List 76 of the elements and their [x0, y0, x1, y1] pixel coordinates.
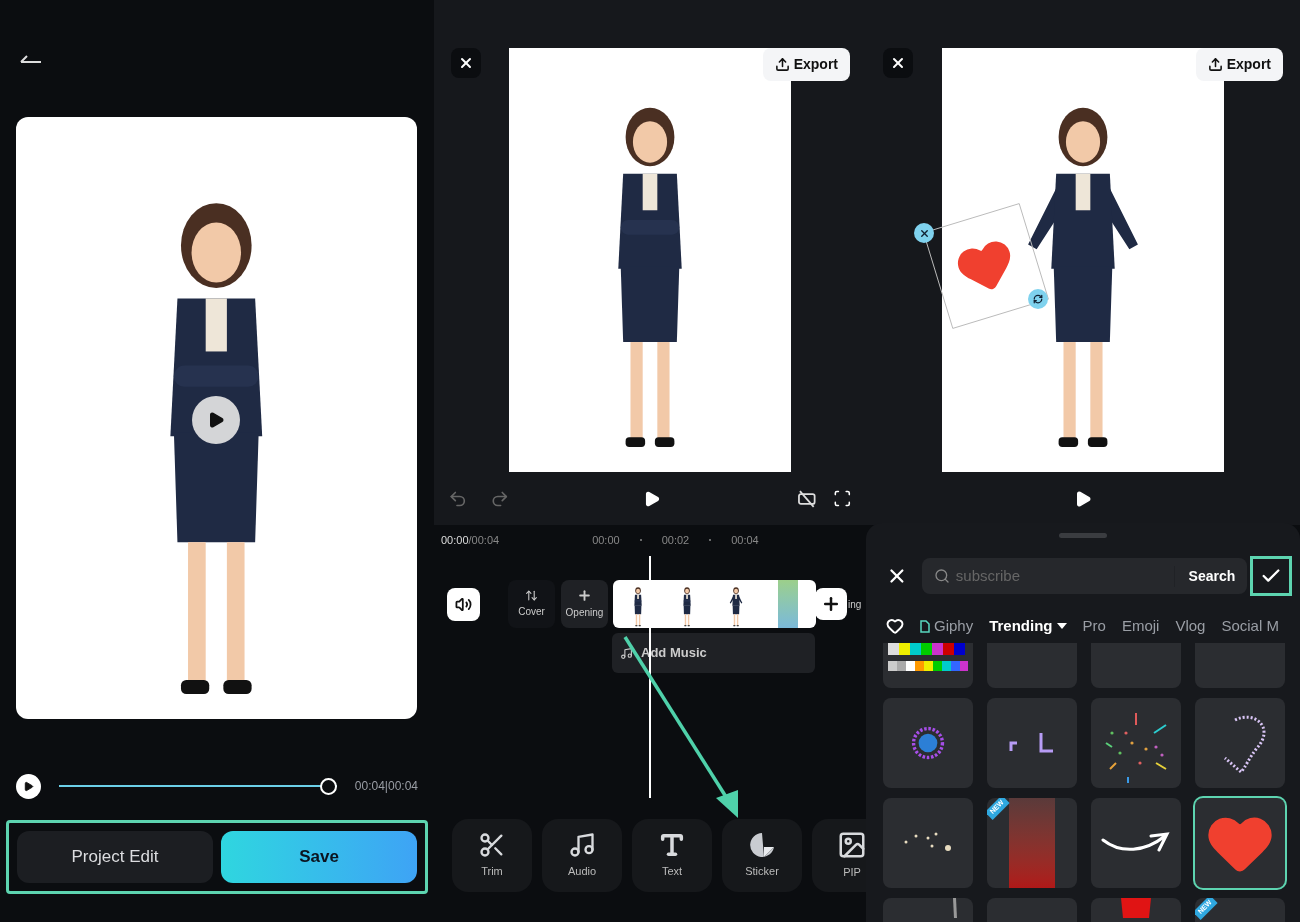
export-button[interactable]: Export — [1195, 48, 1283, 81]
search-field[interactable]: subscribe Search — [921, 558, 1248, 594]
hdr-off-icon[interactable] — [796, 489, 817, 508]
category-tab[interactable]: Vlog — [1175, 614, 1206, 638]
sticker-tile[interactable] — [1195, 698, 1285, 788]
plus-icon — [821, 594, 841, 614]
sticker-tile[interactable] — [883, 798, 973, 888]
category-tab[interactable]: Social M — [1221, 614, 1279, 638]
heart-icon — [886, 617, 904, 635]
time-label: 00:04|00:04 — [354, 778, 418, 795]
tool-button[interactable]: Audio — [542, 819, 622, 892]
sticker-selection-frame[interactable] — [923, 203, 1049, 329]
progress-thumb[interactable] — [319, 777, 337, 795]
total-time: /00:04 — [468, 532, 500, 548]
tool-button[interactable]: Text — [632, 819, 712, 892]
sticker-tile[interactable] — [1091, 798, 1181, 888]
clip-label: ing — [848, 597, 862, 612]
music-note-icon — [620, 646, 633, 660]
sticker-thumbnail-drawing — [953, 898, 957, 918]
confirm-button[interactable] — [1250, 556, 1292, 596]
landscape-thumbnail — [778, 580, 799, 628]
close-button[interactable] — [451, 48, 481, 78]
play-icon[interactable] — [1074, 489, 1092, 508]
play-icon — [207, 411, 225, 429]
search-placeholder: subscribe — [955, 565, 1021, 586]
search-icon — [933, 568, 950, 584]
mute-button[interactable] — [447, 587, 480, 621]
drag-handle[interactable] — [1059, 533, 1107, 538]
music-note-icon — [568, 831, 596, 860]
video-clip-strip[interactable] — [613, 580, 816, 628]
play-icon[interactable] — [643, 489, 661, 508]
save-button[interactable]: Save — [221, 831, 417, 883]
sticker-thumbnail-drawing — [1121, 898, 1151, 918]
category-tab[interactable]: Pro — [1082, 614, 1106, 638]
category-tab[interactable]: Emoji — [1121, 614, 1160, 638]
opening-button[interactable]: Opening — [561, 580, 608, 628]
close-button[interactable] — [883, 48, 913, 78]
sticker-tile[interactable] — [987, 698, 1077, 788]
cover-button[interactable]: Cover — [508, 580, 555, 628]
caret-icon — [1056, 623, 1067, 629]
tool-button[interactable]: PIP — [812, 819, 866, 892]
ruler-label: 00:02 — [661, 532, 690, 548]
sticker-icon — [748, 831, 776, 860]
tool-button[interactable]: Sticker — [722, 819, 802, 892]
progress-slider[interactable] — [59, 777, 337, 795]
file-icon — [920, 619, 930, 633]
sticker-thumbnail-drawing — [911, 726, 945, 760]
search-button[interactable]: Search — [1173, 565, 1236, 587]
ruler-label: 00:00 — [592, 532, 620, 548]
swap-icon — [525, 589, 538, 602]
export-button[interactable]: Export — [762, 48, 850, 81]
close-icon — [918, 227, 930, 239]
person-silhouette-drawing — [729, 585, 744, 628]
fullscreen-icon[interactable] — [833, 489, 852, 508]
rotate-icon — [1033, 294, 1043, 304]
plus-icon — [577, 588, 592, 603]
ruler-label: 00:04 — [731, 532, 759, 548]
play-icon — [23, 780, 34, 792]
upload-icon — [774, 57, 790, 72]
sticker-tile[interactable] — [883, 698, 973, 788]
current-time: 00:00 — [441, 532, 469, 548]
add-clip-button[interactable] — [815, 588, 847, 620]
favorites-tab[interactable] — [886, 617, 904, 635]
close-icon — [890, 55, 906, 71]
delete-handle[interactable] — [914, 223, 934, 243]
category-tab[interactable]: Giphy — [920, 614, 974, 638]
project-edit-button[interactable]: Project Edit — [17, 831, 213, 883]
picture-icon — [837, 830, 866, 861]
sticker-tile[interactable] — [1195, 798, 1285, 888]
back-arrow-icon[interactable] — [20, 53, 42, 64]
play-button[interactable] — [16, 773, 41, 799]
close-icon — [458, 55, 474, 71]
tool-button[interactable]: Trim — [452, 819, 532, 892]
speaker-icon — [455, 595, 472, 613]
category-tab[interactable]: Trending — [989, 614, 1067, 638]
upload-icon — [1207, 57, 1223, 72]
